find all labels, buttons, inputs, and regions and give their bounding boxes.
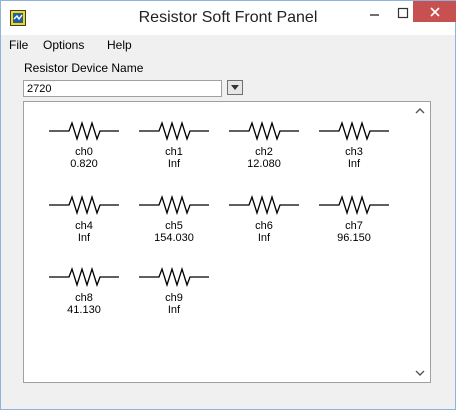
channel-name: ch3 (345, 146, 363, 158)
channel-name: ch1 (165, 146, 183, 158)
channel-name: ch5 (165, 220, 183, 232)
device-name-field[interactable]: 2720 (23, 80, 222, 97)
resistor-icon (319, 120, 389, 142)
channel-name: ch8 (75, 292, 93, 304)
status-bar (1, 387, 455, 409)
channel-3: ch3 Inf (309, 119, 399, 170)
channel-name: ch0 (75, 146, 93, 158)
channel-4: ch4 Inf (39, 193, 129, 244)
channel-value: 154.030 (154, 232, 194, 244)
chevron-down-icon (415, 370, 425, 376)
close-icon (430, 6, 440, 17)
channel-1: ch1 Inf (129, 119, 219, 170)
channel-6: ch6 Inf (219, 193, 309, 244)
resistor-icon (49, 194, 119, 216)
menu-bar: File Options Help (1, 35, 455, 55)
resistor-icon (139, 120, 209, 142)
chevron-up-icon (415, 108, 425, 114)
vertical-scrollbar[interactable] (411, 103, 429, 381)
scroll-down-button[interactable] (411, 365, 429, 381)
channel-value: Inf (347, 158, 361, 170)
maximize-icon (397, 7, 409, 19)
resistor-icon (229, 120, 299, 142)
channel-0: ch0 0.820 (39, 119, 129, 170)
resistor-icon (229, 194, 299, 216)
channel-value: Inf (77, 232, 91, 244)
channel-value: Inf (167, 158, 181, 170)
channel-name: ch2 (255, 146, 273, 158)
channel-8: ch8 41.130 (39, 265, 129, 316)
scroll-up-button[interactable] (411, 103, 429, 119)
channel-5: ch5 154.030 (129, 193, 219, 244)
menu-file[interactable]: File (9, 38, 28, 52)
channel-value: Inf (257, 232, 271, 244)
chevron-down-icon (231, 85, 239, 90)
menu-help[interactable]: Help (107, 38, 132, 52)
channel-9: ch9 Inf (129, 265, 219, 316)
channel-panel: ch0 0.820 ch1 Inf ch2 12.080 ch3 Inf ch4 Inf ch5 15… (23, 101, 431, 383)
channel-value: 41.130 (67, 304, 101, 316)
channel-value: 96.150 (337, 232, 371, 244)
app-window: Resistor Soft Front Panel File Options H… (0, 0, 456, 410)
channel-value: 0.820 (70, 158, 98, 170)
resistor-icon (49, 120, 119, 142)
title-bar[interactable]: Resistor Soft Front Panel (1, 1, 456, 35)
channel-name: ch4 (75, 220, 93, 232)
resistor-icon (139, 266, 209, 288)
channel-2: ch2 12.080 (219, 119, 309, 170)
channel-value: 12.080 (247, 158, 281, 170)
channel-name: ch6 (255, 220, 273, 232)
menu-options[interactable]: Options (43, 38, 84, 52)
close-button[interactable] (413, 1, 456, 22)
minimize-icon (370, 14, 379, 16)
resistor-icon (319, 194, 389, 216)
channel-7: ch7 96.150 (309, 193, 399, 244)
device-name-label: Resistor Device Name (24, 61, 144, 75)
channel-name: ch9 (165, 292, 183, 304)
resistor-icon (139, 194, 209, 216)
device-name-dropdown-button[interactable] (227, 80, 243, 95)
channel-value: Inf (167, 304, 181, 316)
channel-name: ch7 (345, 220, 363, 232)
resistor-icon (49, 266, 119, 288)
minimize-button[interactable] (361, 2, 389, 24)
